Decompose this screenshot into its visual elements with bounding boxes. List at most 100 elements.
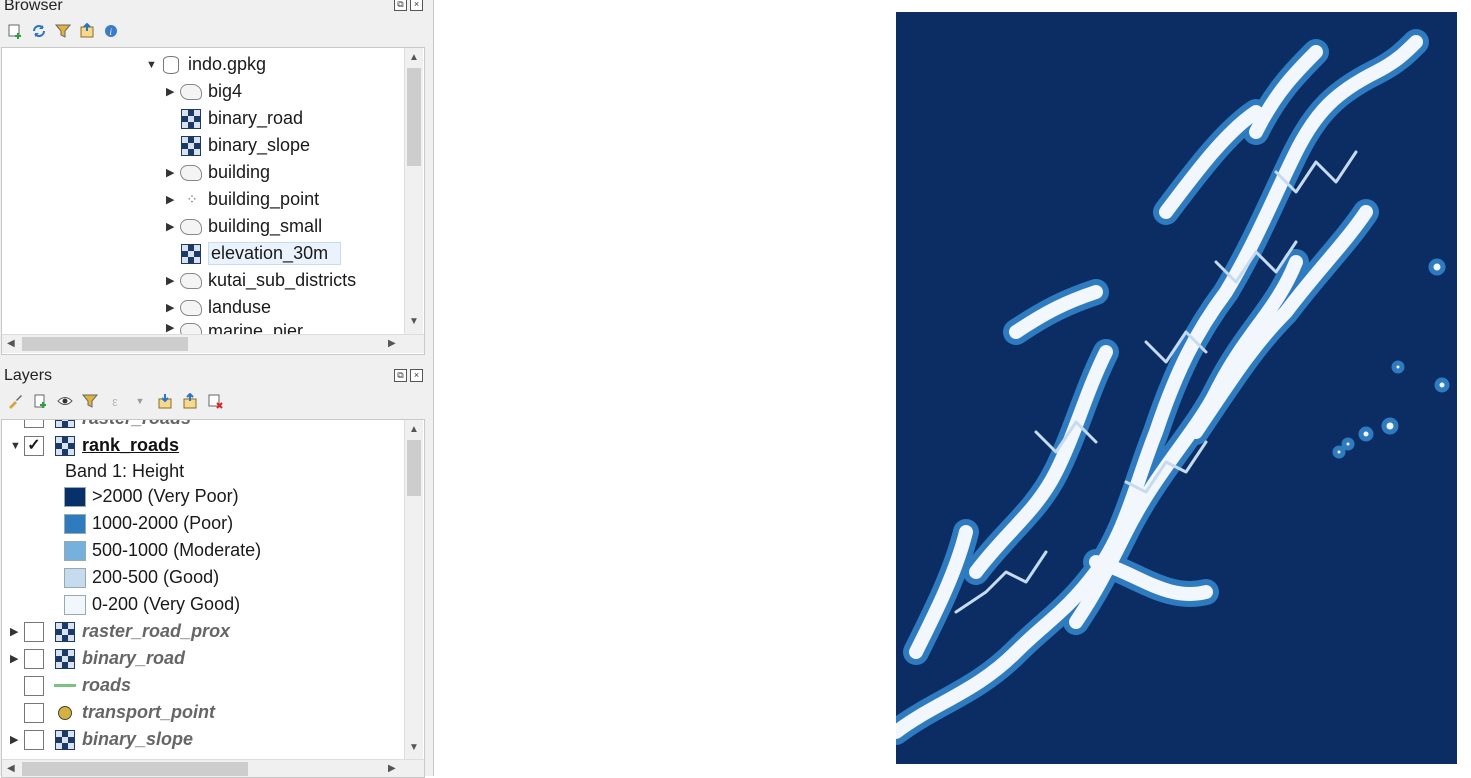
- chevron-down-icon[interactable]: ▼: [131, 392, 149, 410]
- layer-name: roads: [82, 675, 132, 695]
- layer-row-transport-point[interactable]: transport_point: [10, 699, 215, 726]
- close-icon[interactable]: ×: [410, 0, 423, 11]
- expand-right-icon[interactable]: ▶: [10, 625, 24, 638]
- tree-item-building[interactable]: ▶ building: [166, 159, 270, 186]
- scroll-left-icon[interactable]: ◀: [7, 763, 15, 774]
- layer-visibility-checkbox[interactable]: [24, 729, 44, 750]
- scroll-right-icon[interactable]: ▶: [388, 763, 396, 774]
- polygon-layer-icon: [180, 271, 202, 291]
- legend-item: 1000-2000 (Poor): [64, 510, 233, 537]
- polygon-layer-icon: [180, 217, 202, 237]
- layer-row-roads[interactable]: roads: [10, 672, 131, 699]
- tree-item-binary-slope[interactable]: binary_slope: [166, 132, 310, 159]
- expand-right-icon[interactable]: ▶: [166, 85, 180, 98]
- layer-row-rank-roads[interactable]: ▼ ✓ rank_roads: [10, 432, 179, 459]
- map-canvas[interactable]: [896, 12, 1457, 764]
- layers-vscrollbar[interactable]: ▲ ▼: [404, 420, 423, 759]
- legend-swatch: [64, 540, 86, 561]
- tree-item-building-point[interactable]: ▶ ⁘ building_point: [166, 186, 319, 213]
- layer-visibility-checkbox[interactable]: [24, 621, 44, 642]
- tree-item-kutai-sub-districts[interactable]: ▶ kutai_sub_districts: [166, 267, 356, 294]
- raster-layer-icon: [54, 648, 76, 669]
- add-group-icon[interactable]: [31, 392, 49, 410]
- layers-dock-buttons: ⧉ ×: [394, 369, 423, 382]
- layer-visibility-checkbox[interactable]: [24, 420, 44, 428]
- legend-swatch: [64, 594, 86, 615]
- close-icon[interactable]: ×: [410, 369, 423, 382]
- layers-toolbar: ε ▼: [6, 392, 224, 410]
- polygon-layer-icon: [180, 321, 202, 335]
- tree-item-marine-pier[interactable]: ▶ marine_pier: [166, 321, 303, 335]
- scroll-thumb[interactable]: [22, 762, 248, 776]
- float-icon[interactable]: ⧉: [394, 0, 407, 11]
- expand-right-icon[interactable]: ▶: [166, 220, 180, 233]
- layer-row-binary-slope[interactable]: ▶ binary_slope: [10, 726, 193, 753]
- layer-visibility-checkbox[interactable]: [24, 702, 44, 723]
- legend-swatch: [64, 567, 86, 588]
- scroll-down-icon[interactable]: ▼: [409, 742, 419, 753]
- collapse-all-icon[interactable]: [78, 22, 96, 40]
- tree-item-binary-road[interactable]: binary_road: [166, 105, 303, 132]
- expand-down-icon[interactable]: ▼: [10, 440, 24, 452]
- info-icon[interactable]: i: [102, 22, 120, 40]
- road-accessibility-raster: [896, 29, 1450, 745]
- layer-row-partial[interactable]: raster_roads: [10, 420, 191, 428]
- browser-vscrollbar[interactable]: ▲ ▼: [404, 48, 423, 334]
- raster-layer-icon: [54, 621, 76, 642]
- scroll-left-icon[interactable]: ◀: [7, 338, 15, 349]
- tree-item-landuse[interactable]: ▶ landuse: [166, 294, 271, 321]
- add-selected-icon[interactable]: [6, 22, 24, 40]
- tree-item-elevation-30m[interactable]: elevation_30m: [166, 240, 342, 267]
- left-dock: Browser ⧉ × i ▼ indo.gpkg ▶ big4 binary_…: [0, 0, 434, 778]
- tree-item-indo-gpkg[interactable]: ▼ indo.gpkg: [146, 51, 266, 78]
- expand-right-icon[interactable]: ▶: [10, 652, 24, 665]
- scroll-right-icon[interactable]: ▶: [388, 338, 396, 349]
- layers-hscrollbar[interactable]: ◀ ▶: [2, 759, 424, 777]
- layer-row-raster-road-prox[interactable]: ▶ raster_road_prox: [10, 618, 230, 645]
- float-icon[interactable]: ⧉: [394, 369, 407, 382]
- browser-tree: ▼ indo.gpkg ▶ big4 binary_road binary_sl…: [1, 47, 425, 355]
- expand-right-icon[interactable]: ▶: [166, 301, 180, 314]
- scroll-down-icon[interactable]: ▼: [409, 316, 419, 327]
- collapse-all-icon[interactable]: [181, 392, 199, 410]
- raster-layer-icon: [180, 108, 202, 129]
- band-label: Band 1: Height: [65, 461, 185, 481]
- tree-item-label: binary_road: [208, 108, 304, 128]
- legend-label: >2000 (Very Poor): [92, 486, 239, 506]
- expand-down-icon[interactable]: ▼: [146, 59, 160, 71]
- tree-item-label: marine_pier: [208, 321, 304, 335]
- scroll-thumb[interactable]: [22, 337, 188, 351]
- tree-item-label: big4: [208, 81, 243, 101]
- legend-swatch: [64, 486, 86, 507]
- tree-item-label: building: [208, 162, 271, 182]
- expand-right-icon[interactable]: ▶: [166, 166, 180, 179]
- tree-item-building-small[interactable]: ▶ building_small: [166, 213, 322, 240]
- layer-visibility-checkbox[interactable]: [24, 675, 44, 696]
- layer-visibility-checkbox-checked[interactable]: ✓: [24, 435, 44, 456]
- layer-name: binary_slope: [82, 729, 194, 749]
- scroll-up-icon[interactable]: ▲: [409, 52, 419, 63]
- tree-item-big4[interactable]: ▶ big4: [166, 78, 242, 105]
- layer-visibility-checkbox[interactable]: [24, 648, 44, 669]
- scroll-up-icon[interactable]: ▲: [409, 424, 419, 435]
- legend-item: 500-1000 (Moderate): [64, 537, 261, 564]
- filter-icon[interactable]: [54, 22, 72, 40]
- expand-all-icon[interactable]: [156, 392, 174, 410]
- browser-hscrollbar[interactable]: ◀ ▶: [2, 334, 424, 353]
- layer-name-active: rank_roads: [82, 435, 180, 455]
- expand-right-icon[interactable]: ▶: [166, 274, 180, 287]
- expand-right-icon[interactable]: ▶: [166, 321, 180, 334]
- layer-row-binary-road[interactable]: ▶ binary_road: [10, 645, 185, 672]
- scroll-thumb[interactable]: [407, 68, 421, 166]
- expand-right-icon[interactable]: ▶: [166, 193, 180, 206]
- visibility-eye-icon[interactable]: [56, 392, 74, 410]
- style-brush-icon[interactable]: [6, 392, 24, 410]
- remove-layer-icon[interactable]: [206, 392, 224, 410]
- raster-layer-icon: [54, 420, 76, 428]
- legend-item: 0-200 (Very Good): [64, 591, 240, 618]
- expand-right-icon[interactable]: ▶: [10, 733, 24, 746]
- raster-layer-icon: [180, 135, 202, 156]
- filter-icon[interactable]: [81, 392, 99, 410]
- refresh-icon[interactable]: [30, 22, 48, 40]
- scroll-thumb[interactable]: [407, 440, 421, 496]
